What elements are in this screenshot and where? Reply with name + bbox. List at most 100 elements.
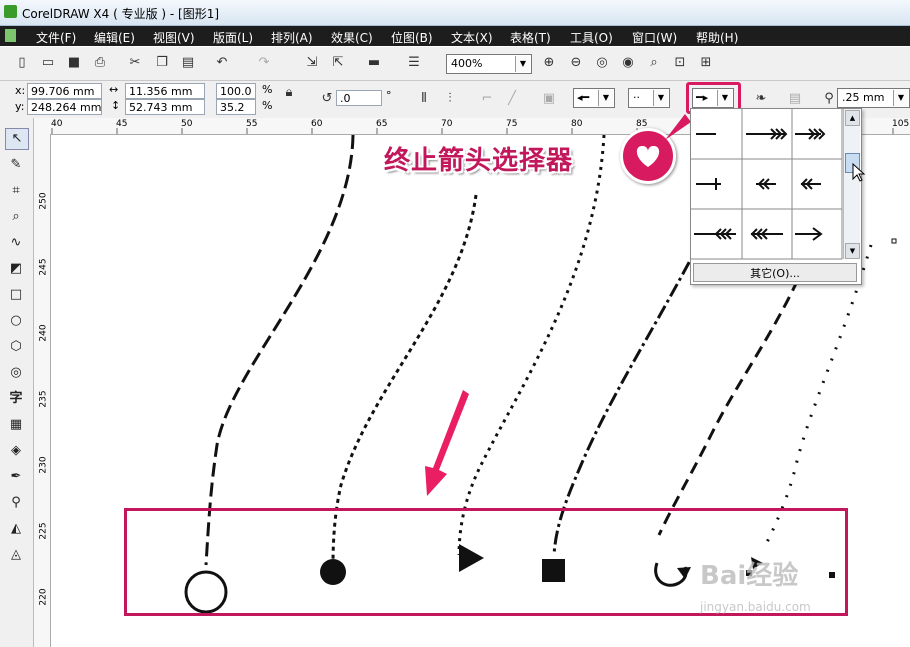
- scale-width-field[interactable]: 100.0: [216, 83, 256, 99]
- menu-help[interactable]: 帮助(H): [696, 29, 738, 46]
- outline-tool-icon[interactable]: ⚲: [5, 493, 27, 513]
- outline-pen-icon[interactable]: ⚲: [820, 90, 838, 108]
- popup-scrollbar[interactable]: ▲ ▼: [843, 109, 860, 259]
- convert-icon[interactable]: ▣: [540, 90, 558, 108]
- zoom-level-dropdown[interactable]: 400% ▼: [446, 54, 532, 74]
- shape-tool-icon[interactable]: ✎: [5, 155, 27, 175]
- copy-icon[interactable]: ❐: [153, 54, 171, 72]
- arrow-option-back-chevron: [756, 178, 776, 190]
- menu-text[interactable]: 文本(X): [451, 29, 493, 46]
- percent-label: %: [262, 83, 273, 96]
- zoom-tool-icon[interactable]: ⌕: [5, 207, 27, 227]
- interactive-blend-tool-icon[interactable]: ◈: [5, 441, 27, 461]
- zoom-in-icon[interactable]: ⊕: [540, 54, 558, 72]
- table-tool-icon[interactable]: ▦: [5, 415, 27, 435]
- arrow-option-simple-arrow: [795, 227, 823, 241]
- end-arrow-style-popup: ▲ ▼ 其它(O)...: [690, 108, 862, 285]
- vertical-ruler[interactable]: 250 245 240 235 230 225 220: [34, 134, 51, 647]
- pick-tool-icon[interactable]: ↖: [5, 128, 29, 150]
- ruler-tick-label: 230: [38, 456, 49, 474]
- menu-edit[interactable]: 编辑(E): [94, 29, 135, 46]
- zoom-page-icon[interactable]: ⌕: [645, 54, 663, 72]
- smart-fill-tool-icon[interactable]: ◩: [5, 259, 27, 279]
- y-label: y:: [15, 100, 25, 113]
- rotation-angle-field[interactable]: .0: [336, 90, 382, 106]
- selection-handle: [891, 238, 897, 244]
- menu-bitmaps[interactable]: 位图(B): [391, 29, 433, 46]
- zoom-height-icon[interactable]: ⊞: [697, 54, 715, 72]
- diagonal-tool-icon[interactable]: ╱: [503, 90, 521, 108]
- eyedropper-tool-icon[interactable]: ✒: [5, 467, 27, 487]
- scroll-up-icon[interactable]: ▲: [845, 110, 860, 126]
- zoom-selected-icon[interactable]: ◎: [593, 54, 611, 72]
- scroll-down-icon[interactable]: ▼: [845, 243, 860, 259]
- height-field[interactable]: 52.743 mm: [125, 99, 205, 115]
- x-position-field[interactable]: 99.706 mm: [27, 83, 102, 99]
- text-tool-icon[interactable]: 字: [5, 389, 27, 409]
- freehand-tool-icon[interactable]: ∿: [5, 233, 27, 253]
- menu-window[interactable]: 窗口(W): [632, 29, 677, 46]
- height-icon: ↕: [111, 99, 121, 112]
- new-icon[interactable]: ▯: [13, 54, 31, 72]
- ruler-tick-label: 220: [38, 588, 49, 606]
- chevron-down-icon: ▼: [653, 90, 668, 106]
- scale-height-field[interactable]: 35.2: [216, 99, 256, 115]
- long-dash-curve-hook-end: [657, 244, 815, 536]
- document-icon[interactable]: [5, 29, 16, 42]
- width-field[interactable]: 11.356 mm: [125, 83, 205, 99]
- export-icon[interactable]: ⇱: [329, 54, 347, 72]
- menu-tools[interactable]: 工具(O): [570, 29, 613, 46]
- other-arrows-button[interactable]: 其它(O)...: [693, 263, 857, 282]
- basic-shapes-tool-icon[interactable]: ◎: [5, 363, 27, 383]
- open-icon[interactable]: ▭: [39, 54, 57, 72]
- rectangle-tool-icon[interactable]: □: [5, 285, 27, 305]
- wrap-text-icon[interactable]: ❧: [752, 90, 770, 108]
- line-style-selector[interactable]: ·· ▼: [628, 88, 670, 108]
- publish-pdf-icon[interactable]: ▬: [365, 54, 383, 72]
- outline-width-dropdown[interactable]: .25 mm ▼: [837, 88, 910, 108]
- options-icon[interactable]: ☰: [405, 54, 423, 72]
- redo-icon[interactable]: ↷: [255, 54, 273, 72]
- print-icon[interactable]: ⎙: [91, 54, 109, 72]
- paste-icon[interactable]: ▤: [179, 54, 197, 72]
- ellipse-tool-icon[interactable]: ○: [5, 311, 27, 331]
- lock-ratio-icon[interactable]: 🔒︎: [280, 84, 298, 102]
- menu-view[interactable]: 视图(V): [153, 29, 195, 46]
- chevron-down-icon: ▼: [515, 56, 530, 72]
- toolbox: ↖ ✎ ⌗ ⌕ ∿ ◩ □ ○ ⬡ ◎ 字 ▦ ◈ ✒ ⚲ ◭ ◬: [0, 118, 34, 647]
- cut-icon[interactable]: ✂: [126, 54, 144, 72]
- baidu-watermark-logo: Bai经验: [700, 561, 799, 591]
- arrow-option-triple-back-chevron: [694, 228, 736, 240]
- menu-effects[interactable]: 效果(C): [331, 29, 373, 46]
- arrow-option-bar: [696, 178, 721, 190]
- zoom-width-icon[interactable]: ⊡: [671, 54, 689, 72]
- standard-toolbar: ▯ ▭ ■ ⎙ ✂ ❐ ▤ ↶ ↷ ⇲ ⇱ ▬ ☰ 400% ▼ ⊕ ⊖ ◎ ◉…: [0, 47, 910, 81]
- y-position-field[interactable]: 248.264 mm: [27, 99, 102, 115]
- mirror-horizontal-icon[interactable]: ⫴: [415, 90, 433, 108]
- baidu-watermark-url: jingyan.baidu.com: [700, 600, 811, 614]
- save-icon[interactable]: ■: [65, 54, 83, 72]
- crop-tool-icon[interactable]: ⌗: [5, 181, 27, 201]
- start-arrow-preview-icon: ◂━: [577, 91, 590, 104]
- arrow-option-back-chevron-short: [800, 178, 821, 190]
- menu-file[interactable]: 文件(F): [36, 29, 76, 46]
- menu-arrange[interactable]: 排列(A): [271, 29, 313, 46]
- zoom-all-icon[interactable]: ◉: [619, 54, 637, 72]
- polygon-tool-icon[interactable]: ⬡: [5, 337, 27, 357]
- menu-layout[interactable]: 版面(L): [213, 29, 253, 46]
- interactive-fill-tool-icon[interactable]: ◬: [5, 545, 27, 565]
- menu-bar: 文件(F) 编辑(E) 视图(V) 版面(L) 排列(A) 效果(C) 位图(B…: [0, 26, 910, 46]
- arrow-option-triple-chevron-short: [795, 128, 826, 140]
- fill-tool-icon[interactable]: ◭: [5, 519, 27, 539]
- zoom-out-icon[interactable]: ⊖: [567, 54, 585, 72]
- menu-table[interactable]: 表格(T): [510, 29, 551, 46]
- import-icon[interactable]: ⇲: [303, 54, 321, 72]
- undo-icon[interactable]: ↶: [213, 54, 231, 72]
- start-arrow-selector[interactable]: ◂━ ▼: [573, 88, 615, 108]
- window-title: CorelDRAW X4 ( 专业版 ) - [图形1]: [22, 7, 220, 21]
- line-tool-icon[interactable]: ⌐: [478, 90, 496, 108]
- ruler-tick-label: 240: [38, 324, 49, 342]
- to-front-icon[interactable]: ▤: [786, 90, 804, 108]
- ruler-tick-label: 245: [38, 258, 49, 276]
- mirror-vertical-icon[interactable]: ⫶: [441, 90, 459, 108]
